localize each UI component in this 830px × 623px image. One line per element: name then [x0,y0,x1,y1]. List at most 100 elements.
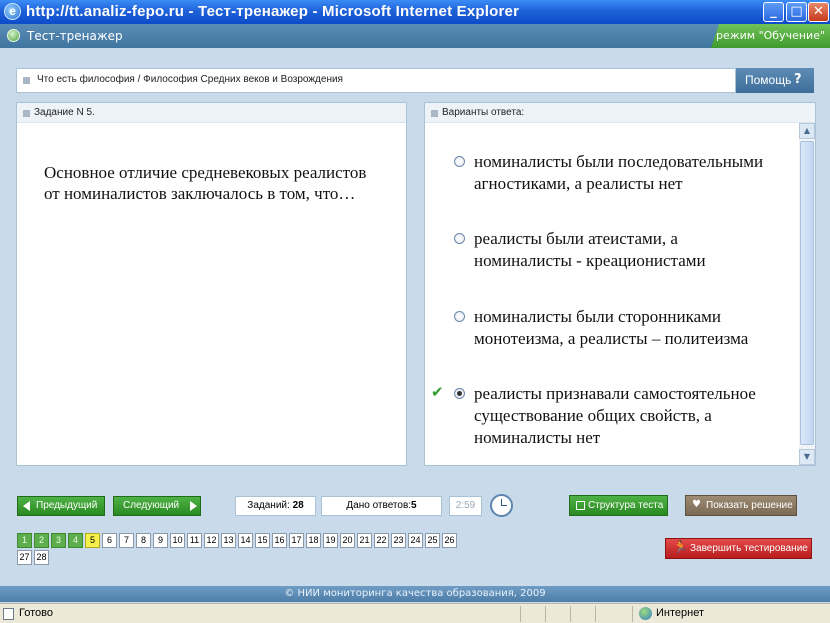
internet-explorer-icon: e [4,3,21,20]
question-number-button[interactable]: 13 [221,533,236,548]
answered-count: 5 [411,500,417,511]
structure-icon [576,501,585,510]
status-divider [632,606,633,622]
status-divider [570,606,571,622]
question-number-button[interactable]: 24 [408,533,423,548]
test-structure-button[interactable]: Структура теста [569,495,668,516]
question-number-button[interactable]: 11 [187,533,202,548]
scrollbar-thumb[interactable] [800,141,814,445]
task-number: Задание N 5. [34,107,95,118]
question-number-button[interactable]: 2 [34,533,49,548]
arrow-right-icon [190,501,197,511]
previous-button[interactable]: Предыдущий [17,496,105,516]
task-panel-header: Задание N 5. [17,103,406,123]
question-number-button[interactable]: 25 [425,533,440,548]
question-number-button[interactable]: 20 [340,533,355,548]
question-text: Основное отличие средневековых реалистов… [44,163,367,203]
question-number-button[interactable]: 27 [17,550,32,565]
answer-text[interactable]: реалисты были атеистами, а номиналисты -… [474,228,764,272]
app-title: Тест-тренажер [27,29,123,43]
finish-test-button[interactable]: 🏃 Завершить тестирование [665,538,812,559]
tasks-count: 28 [292,500,304,511]
timer-display: 2:59 [449,496,482,516]
question-number-button[interactable]: 21 [357,533,372,548]
task-panel: Задание N 5. Основное отличие средневеко… [16,102,407,466]
question-number-button[interactable]: 19 [323,533,338,548]
answer-text[interactable]: номиналисты были сторонниками монотеизма… [474,306,764,350]
question-number-button[interactable]: 12 [204,533,219,548]
question-mark-icon: ? [794,72,802,87]
answers-title: Варианты ответа: [442,107,525,118]
app-header: Тест-тренажер [0,24,830,48]
question-number-button[interactable]: 10 [170,533,185,548]
question-number-button[interactable]: 18 [306,533,321,548]
question-number-button[interactable]: 23 [391,533,406,548]
clock-icon[interactable] [490,494,513,517]
answers-panel: Варианты ответа: номиналисты были послед… [424,102,816,466]
radio-button[interactable] [454,233,465,244]
close-button[interactable]: ✕ [808,2,829,22]
internet-globe-icon [639,607,652,620]
question-number-button[interactable]: 22 [374,533,389,548]
window-title: http://tt.analiz-fepo.ru - Тест-тренажер… [26,3,520,20]
answer-text[interactable]: номиналисты были последовательными агнос… [474,151,764,195]
show-solution-button[interactable]: ♥ Показать решение [685,495,797,516]
answer-text[interactable]: реалисты признавали самостоятельное суще… [474,383,764,449]
answered-label: Дано ответов: [346,500,412,511]
help-button[interactable]: Помощь ? [736,68,814,93]
next-label: Следующий [123,500,180,511]
answers-scrollbar[interactable]: ▲ ▼ [799,123,815,465]
question-number-button[interactable]: 14 [238,533,253,548]
answers-panel-header: Варианты ответа: [425,103,815,123]
breadcrumb-text: Что есть философия / Философия Средних в… [37,74,343,85]
finish-label: Завершить тестирование [690,543,808,554]
question-number-button[interactable]: 6 [102,533,117,548]
answered-count-box: Дано ответов:5 [321,496,442,516]
question-number-button[interactable]: 16 [272,533,287,548]
question-number-button[interactable]: 5 [85,533,100,548]
question-number-button[interactable]: 17 [289,533,304,548]
running-man-icon: 🏃 [673,540,688,554]
scroll-down-arrow-icon[interactable]: ▼ [799,449,815,465]
minimize-button[interactable]: _ [763,2,784,22]
help-label: Помощь [745,73,792,87]
radio-button[interactable] [454,156,465,167]
radio-button[interactable] [454,311,465,322]
question-number-button[interactable]: 28 [34,550,49,565]
status-divider [595,606,596,622]
bullet-icon [23,77,30,84]
tasks-label: Заданий: [247,500,290,511]
status-divider [520,606,521,622]
page-icon [3,608,14,620]
heart-icon: ♥ [692,499,701,510]
question-number-button[interactable]: 15 [255,533,270,548]
bullet-icon [431,110,438,117]
bullet-icon [23,110,30,117]
status-divider [545,606,546,622]
status-text: Готово [19,607,53,619]
question-number-button[interactable]: 26 [442,533,457,548]
question-number-button[interactable]: 1 [17,533,32,548]
question-number-button[interactable]: 8 [136,533,151,548]
question-number-button[interactable]: 7 [119,533,134,548]
app-logo-icon [7,29,20,42]
status-bar: Готово Интернет [0,603,830,623]
structure-label: Структура теста [588,500,664,511]
previous-label: Предыдущий [36,500,98,511]
correct-checkmark-icon: ✔ [431,383,444,401]
arrow-left-icon [23,501,30,511]
question-number-button[interactable]: 4 [68,533,83,548]
scroll-up-arrow-icon[interactable]: ▲ [799,123,815,139]
breadcrumb: Что есть философия / Философия Средних в… [16,68,736,93]
next-button[interactable]: Следующий [113,496,201,516]
question-number-button[interactable]: 3 [51,533,66,548]
question-number-button[interactable]: 9 [153,533,168,548]
radio-button-selected[interactable] [454,388,465,399]
window-title-bar: e http://tt.analiz-fepo.ru - Тест-тренаж… [0,0,830,24]
solution-label: Показать решение [706,500,793,511]
copyright-footer: © НИИ мониторинга качества образования, … [0,586,830,602]
mode-badge: режим "Обучение" [711,24,830,48]
tasks-count-box: Заданий: 28 [235,496,316,516]
security-zone: Интернет [656,607,704,619]
maximize-button[interactable]: □ [786,2,807,22]
